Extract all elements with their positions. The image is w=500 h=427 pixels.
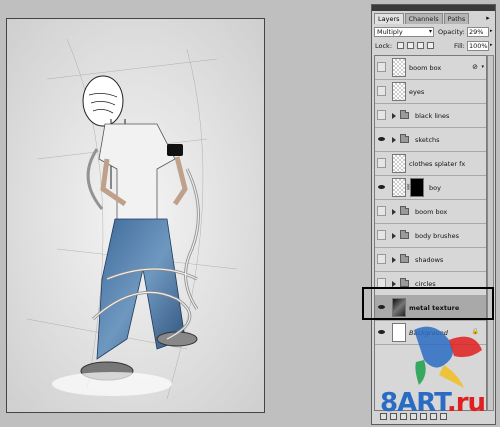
expand-triangle-icon[interactable] (392, 233, 396, 239)
artwork-image (7, 19, 264, 412)
layer-group-row[interactable]: shadows (375, 248, 486, 272)
folder-icon (400, 230, 409, 239)
visibility-toggle[interactable] (377, 158, 386, 168)
opacity-slider-arrow-icon[interactable]: ▸ (490, 28, 493, 34)
folder-icon (400, 134, 409, 143)
watermark-left: 8ART (380, 388, 448, 418)
layer-group-row[interactable]: boom box (375, 200, 486, 224)
blend-row: Multiply ▾ Opacity: 29% ▸ (374, 27, 494, 38)
layer-thumbnail (392, 58, 406, 77)
expand-triangle-icon[interactable] (392, 257, 396, 263)
layer-name: boom box (415, 208, 448, 216)
layer-mask-thumbnail[interactable] (410, 178, 424, 197)
layer-thumbnail (392, 154, 406, 173)
parrot-logo (414, 326, 482, 388)
layer-name: shadows (415, 256, 444, 264)
fill-slider-arrow-icon[interactable]: ▸ (490, 42, 493, 48)
layer-group-row[interactable]: black lines (375, 104, 486, 128)
layer-row[interactable]: clothes splater fx (375, 152, 486, 176)
tab-paths[interactable]: Paths (443, 13, 470, 24)
panel-tabs: Layers Channels Paths (374, 13, 470, 24)
layer-group-row[interactable]: sketchs (375, 128, 486, 152)
lock-row: Lock: Fill: 100% ▸ (374, 41, 494, 52)
lock-all-icon[interactable] (427, 42, 434, 49)
visibility-toggle[interactable] (377, 230, 386, 240)
folder-icon (400, 278, 409, 287)
visibility-toggle[interactable] (377, 254, 386, 264)
eye-icon[interactable] (378, 185, 385, 189)
layer-name: boy (429, 184, 441, 192)
watermark-right: .ru (446, 388, 486, 418)
selection-highlight-box (362, 287, 494, 320)
blend-mode-value: Multiply (377, 28, 403, 36)
visibility-toggle[interactable] (377, 62, 386, 72)
layer-name: clothes splater fx (409, 160, 466, 168)
visibility-toggle[interactable] (377, 206, 386, 216)
watermark-text: 8ART.ru (380, 388, 486, 418)
layer-row[interactable]: ⛓ boy (375, 176, 486, 200)
layer-group-row[interactable]: body brushes (375, 224, 486, 248)
fill-label: Fill: (454, 42, 465, 50)
lock-label: Lock: (375, 42, 393, 50)
expand-triangle-icon[interactable] (392, 113, 396, 119)
lock-image-icon[interactable] (407, 42, 414, 49)
layer-row[interactable]: boom box ⊘ ▾ (375, 56, 486, 80)
eye-icon[interactable] (378, 137, 385, 141)
opacity-label: Opacity: (438, 28, 465, 36)
fx-expand-icon[interactable]: ▾ (481, 64, 484, 70)
opacity-input[interactable]: 29% (467, 27, 489, 37)
visibility-toggle[interactable] (377, 110, 386, 120)
layer-thumbnail (392, 82, 406, 101)
lock-position-icon[interactable] (417, 42, 424, 49)
fill-input[interactable]: 100% (467, 41, 489, 51)
scrollbar[interactable] (487, 55, 494, 411)
layer-name: eyes (409, 88, 425, 96)
panel-title-bar[interactable] (372, 5, 495, 11)
layer-thumbnail (392, 178, 406, 197)
layer-name: sketchs (415, 136, 440, 144)
expand-triangle-icon[interactable] (392, 209, 396, 215)
expand-triangle-icon[interactable] (392, 137, 396, 143)
fx-icon[interactable]: ⊘ (472, 63, 478, 71)
layer-name: body brushes (415, 232, 459, 240)
layer-row[interactable]: eyes (375, 80, 486, 104)
panel-menu-icon[interactable]: ▸ (484, 14, 492, 22)
folder-icon (400, 110, 409, 119)
blend-mode-select[interactable]: Multiply ▾ (374, 27, 434, 37)
layer-name: boom box (409, 64, 442, 72)
folder-icon (400, 254, 409, 263)
layer-name: black lines (415, 112, 450, 120)
visibility-toggle[interactable] (377, 86, 386, 96)
document-canvas[interactable] (6, 18, 265, 413)
chevron-down-icon: ▾ (428, 28, 432, 35)
tab-channels[interactable]: Channels (404, 13, 443, 24)
folder-icon (400, 206, 409, 215)
lock-transparency-icon[interactable] (397, 42, 404, 49)
eye-icon[interactable] (378, 330, 385, 334)
tab-layers[interactable]: Layers (374, 13, 404, 24)
